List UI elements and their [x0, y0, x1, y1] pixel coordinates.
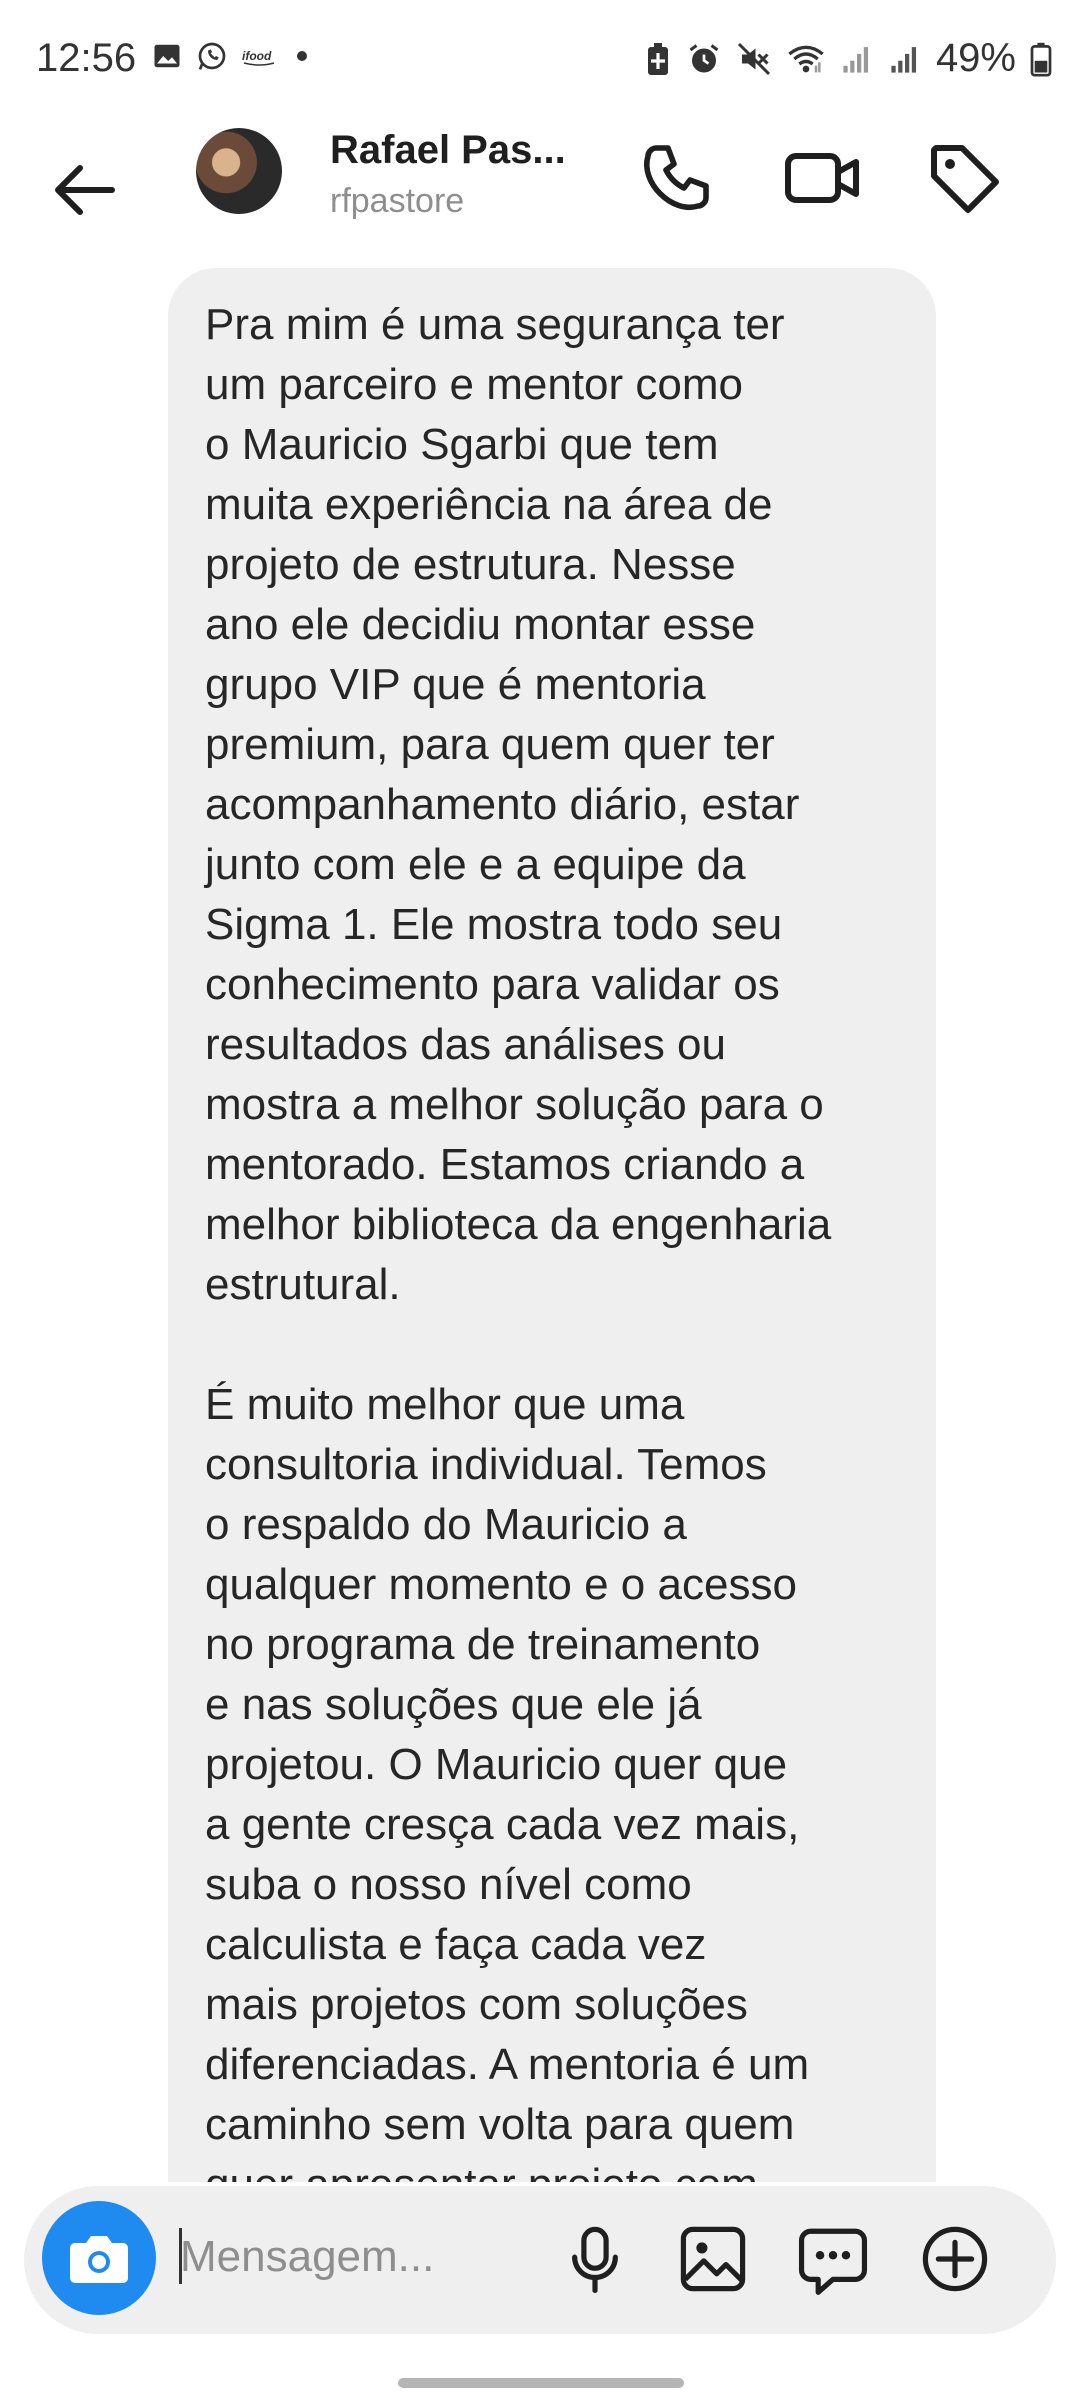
battery-saver-icon [647, 42, 668, 75]
signal-icon [891, 46, 916, 73]
mute-icon [737, 42, 770, 75]
microphone-icon[interactable] [558, 2222, 632, 2296]
battery-percent: 49% [935, 36, 1016, 80]
gallery-icon[interactable] [676, 2222, 750, 2296]
camera-icon [70, 2236, 128, 2283]
status-bar: 12:56 ifood 49% [0, 0, 1080, 120]
svg-text:ifood: ifood [242, 49, 272, 63]
video-call-icon[interactable] [782, 138, 862, 218]
gallery-icon [154, 44, 180, 68]
message-input[interactable]: Mensagem... [180, 2232, 434, 2282]
wifi-icon [788, 45, 824, 72]
notification-icons: ifood [152, 40, 312, 72]
sticker-chat-icon[interactable] [796, 2222, 870, 2296]
chat-header: Rafael Pas... rfpastore [0, 120, 1080, 270]
signal-icon [843, 46, 868, 73]
home-indicator[interactable] [398, 2378, 684, 2388]
contact-username[interactable]: rfpastore [330, 182, 464, 221]
back-arrow-icon[interactable] [44, 150, 124, 230]
phone-call-icon[interactable] [636, 138, 716, 218]
alarm-icon [689, 43, 719, 72]
avatar[interactable] [196, 128, 282, 214]
battery-icon [1030, 42, 1052, 77]
message-text: Pra mim é uma segurança ter um parceiro … [205, 300, 832, 2209]
system-icons: 49% [644, 36, 1052, 81]
status-time: 12:56 [36, 36, 137, 80]
camera-button[interactable] [42, 2201, 156, 2315]
ifood-icon: ifood [242, 49, 275, 66]
tag-icon[interactable] [924, 138, 1004, 218]
contact-name[interactable]: Rafael Pas... [330, 128, 566, 173]
add-icon[interactable] [918, 2222, 992, 2296]
whatsapp-icon [198, 42, 226, 70]
dot-icon [297, 51, 307, 61]
